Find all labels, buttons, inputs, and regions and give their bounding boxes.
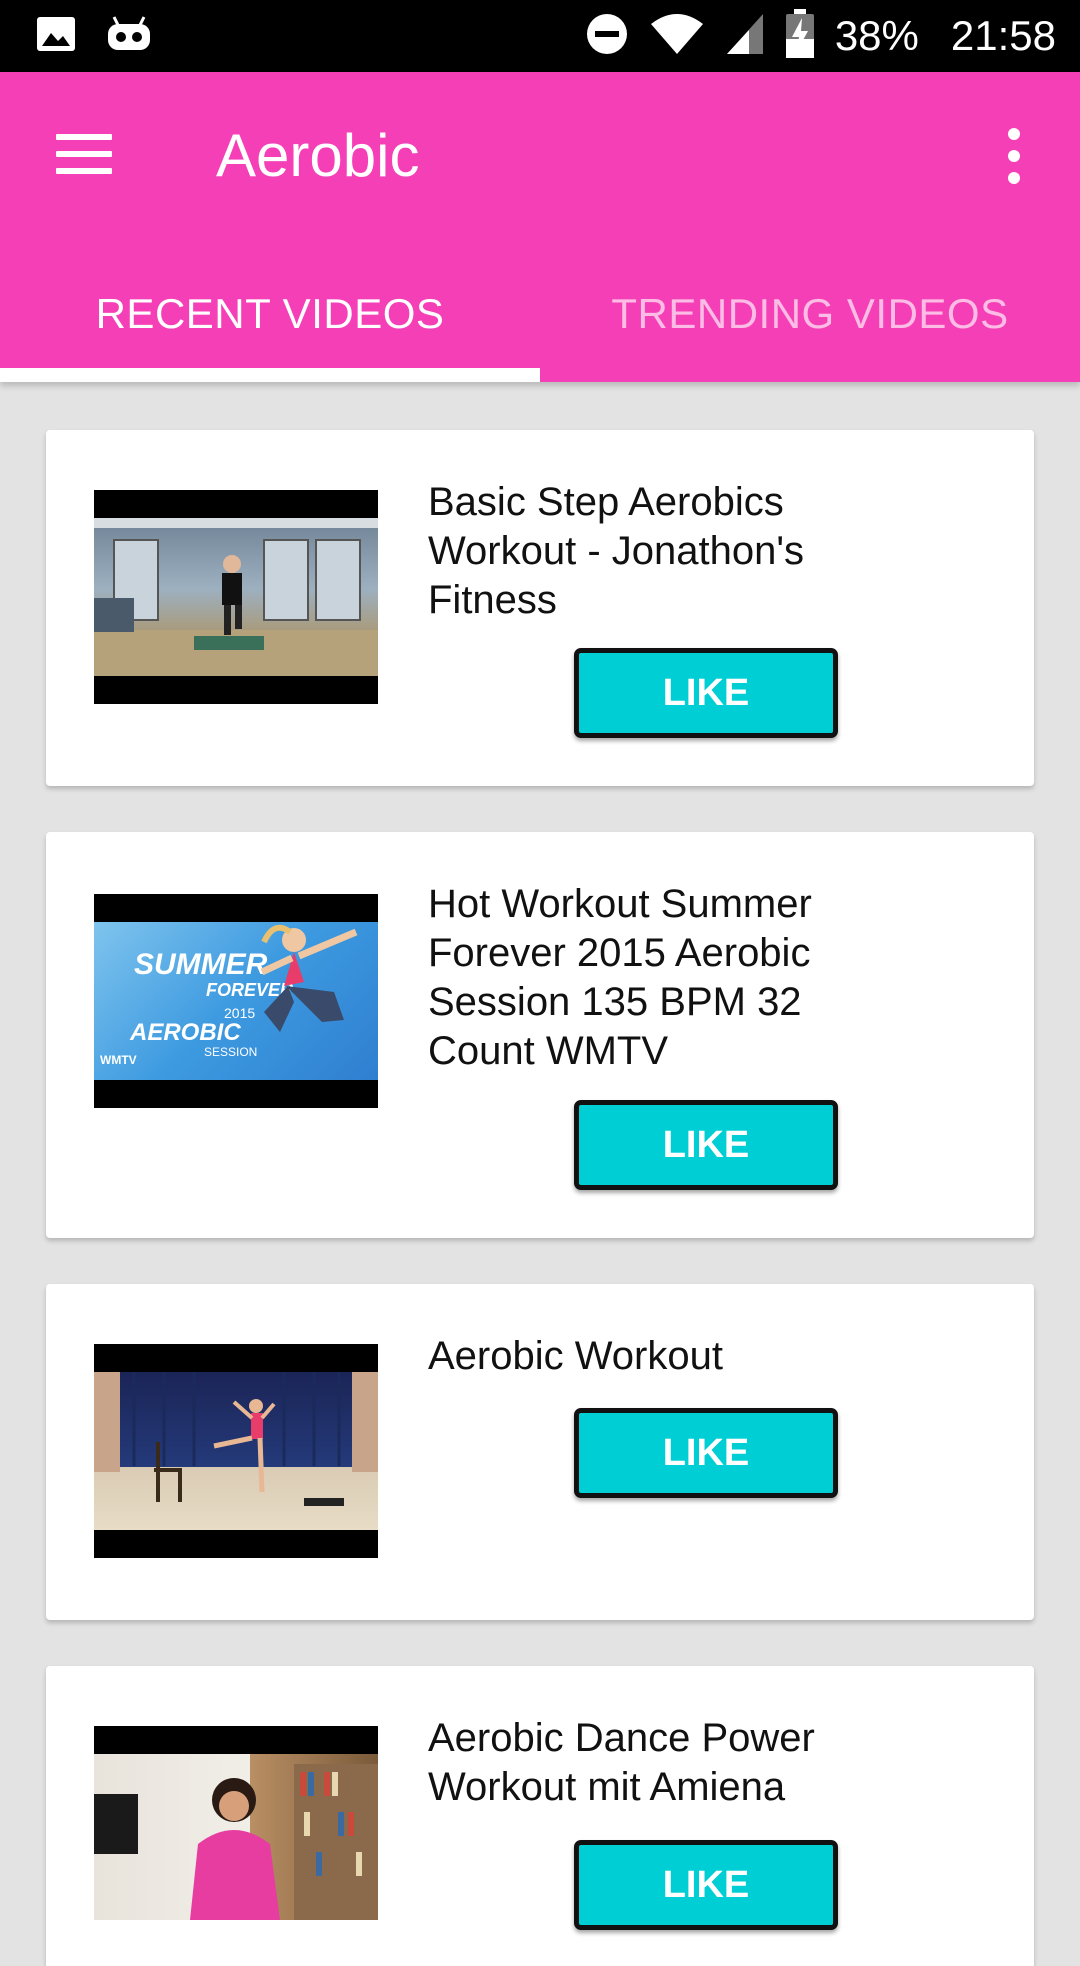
- status-bar: 38% 21:58: [0, 0, 1080, 72]
- thumb-caption: AEROBIC: [129, 1019, 241, 1046]
- android-robot-icon: [106, 15, 152, 57]
- tab-recent-videos[interactable]: RECENT VIDEOS: [0, 272, 540, 382]
- video-card: Aerobic Workout LIKE: [46, 1284, 1034, 1620]
- wifi-icon: [649, 12, 705, 61]
- like-button[interactable]: LIKE: [574, 1100, 838, 1190]
- tab-trending-videos[interactable]: TRENDING VIDEOS: [540, 272, 1080, 382]
- clock: 21:58: [950, 12, 1056, 59]
- video-title: Aerobic Dance Power Workout mit Amiena: [428, 1716, 815, 1809]
- do-not-disturb-icon: [585, 12, 629, 61]
- like-button[interactable]: LIKE: [574, 1840, 838, 1930]
- video-thumbnail[interactable]: SUMMER FOREVER 2015 AEROBIC SESSION WMTV: [94, 894, 378, 1108]
- video-thumbnail[interactable]: [94, 1344, 378, 1558]
- thumb-caption: SUMMER: [134, 948, 268, 981]
- thumb-caption: SESSION: [204, 1045, 257, 1059]
- thumb-caption: WMTV: [100, 1053, 137, 1067]
- video-title: Aerobic Workout: [428, 1334, 723, 1378]
- more-vertical-icon[interactable]: [1004, 128, 1024, 184]
- like-button[interactable]: LIKE: [574, 648, 838, 738]
- video-card: Aerobic Dance Power Workout mit Amiena L…: [46, 1666, 1034, 1966]
- app-bar: Aerobic RECENT VIDEOS TRENDING VIDEOS: [0, 72, 1080, 382]
- video-thumbnail[interactable]: [94, 1726, 378, 1920]
- like-button[interactable]: LIKE: [574, 1408, 838, 1498]
- gallery-notification-icon: [36, 16, 76, 57]
- battery-percentage: 38%: [834, 12, 919, 59]
- video-thumbnail[interactable]: [94, 490, 378, 704]
- hamburger-menu-icon[interactable]: [56, 134, 112, 174]
- battery-charging-icon: [785, 8, 815, 64]
- page-title: Aerobic: [216, 122, 420, 189]
- video-title: Hot Workout Summer Forever 2015 Aerobic …: [428, 882, 812, 1073]
- tab-indicator: [0, 368, 540, 382]
- video-title: Basic Step Aerobics Workout - Jonathon's…: [428, 480, 804, 622]
- video-card: SUMMER FOREVER 2015 AEROBIC SESSION WMTV…: [46, 832, 1034, 1238]
- video-card: Basic Step Aerobics Workout - Jonathon's…: [46, 430, 1034, 786]
- tab-bar: RECENT VIDEOS TRENDING VIDEOS: [0, 272, 1080, 382]
- cell-signal-icon: [725, 12, 765, 61]
